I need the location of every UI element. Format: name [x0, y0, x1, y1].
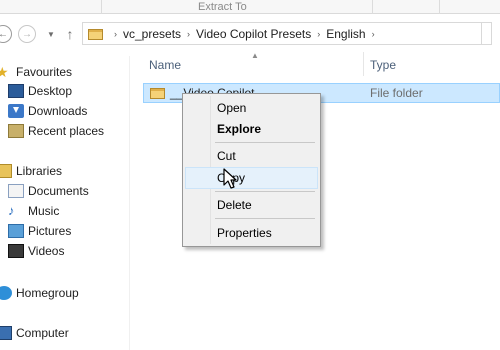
sidebar-label: Libraries — [16, 164, 63, 178]
ribbon-divider — [372, 0, 373, 14]
context-menu: Open Explore Cut Copy Delete Properties — [182, 93, 321, 247]
sidebar-item-documents[interactable]: Documents — [8, 182, 89, 200]
breadcrumb-vc-presets[interactable]: vc_presets › — [123, 27, 196, 41]
breadcrumb-separator[interactable]: › — [108, 29, 123, 39]
menu-item-delete[interactable]: Delete — [185, 194, 318, 216]
ribbon: Extract To — [0, 0, 500, 14]
pictures-icon — [8, 224, 24, 238]
homegroup-icon — [0, 286, 12, 300]
sidebar-item-music[interactable]: ♪ Music — [8, 202, 59, 220]
sidebar-favourites[interactable]: ★ Favourites — [0, 63, 72, 81]
sidebar-label: Homegroup — [16, 286, 79, 300]
music-note-icon: ♪ — [8, 203, 15, 218]
sidebar-label: Music — [28, 204, 60, 218]
file-type: File folder — [370, 86, 423, 100]
sidebar-item-recent-places[interactable]: Recent places — [8, 122, 104, 140]
folder-icon — [88, 28, 103, 40]
navigation-bar: ← → ▼ ↑ › vc_presets › Video Copilot Pres… — [0, 15, 500, 52]
breadcrumb-label: vc_presets — [123, 26, 182, 41]
documents-icon — [8, 184, 24, 198]
star-icon: ★ — [0, 64, 9, 80]
navigation-pane: ★ Favourites Desktop Downloads Recent pl… — [0, 56, 130, 350]
sidebar-label: Computer — [16, 326, 69, 340]
sidebar-computer[interactable]: Computer — [0, 324, 69, 342]
address-bar[interactable]: › vc_presets › Video Copilot Presets › Eng… — [82, 22, 492, 45]
ribbon-divider — [101, 0, 102, 14]
ribbon-divider — [439, 0, 440, 14]
downloads-icon — [8, 104, 24, 118]
sidebar-label: Documents — [28, 184, 89, 198]
recent-places-icon — [8, 124, 24, 138]
address-dropdown-button[interactable] — [481, 23, 491, 44]
videos-icon — [8, 244, 24, 258]
up-button[interactable]: ↑ — [62, 26, 78, 42]
chevron-right-icon: › — [114, 28, 117, 39]
libraries-icon — [0, 164, 12, 178]
chevron-right-icon[interactable]: › — [317, 29, 320, 39]
sidebar-label: Recent places — [28, 124, 105, 138]
breadcrumb-label: English — [326, 26, 366, 41]
sidebar-item-downloads[interactable]: Downloads — [8, 102, 87, 120]
sidebar-label: Desktop — [28, 84, 73, 98]
back-button[interactable]: ← — [0, 25, 12, 43]
sidebar-label: Downloads — [28, 104, 88, 118]
sidebar-item-pictures[interactable]: Pictures — [8, 222, 71, 240]
breadcrumb-video-copilot-presets[interactable]: Video Copilot Presets › — [196, 27, 326, 41]
sidebar-label: Videos — [28, 244, 65, 258]
menu-item-cut[interactable]: Cut — [185, 145, 318, 167]
menu-item-open[interactable]: Open — [185, 97, 318, 119]
menu-item-explore[interactable]: Explore — [185, 118, 318, 140]
menu-divider — [215, 191, 315, 192]
column-header-name[interactable]: Name — [149, 58, 181, 72]
sort-ascending-icon: ▲ — [251, 51, 259, 60]
chevron-right-icon[interactable]: › — [372, 29, 375, 39]
forward-button[interactable]: → — [18, 25, 36, 43]
sidebar-item-desktop[interactable]: Desktop — [8, 82, 72, 100]
menu-divider — [215, 218, 315, 219]
sidebar-item-videos[interactable]: Videos — [8, 242, 64, 260]
column-header-type[interactable]: Type — [370, 58, 396, 72]
menu-item-copy[interactable]: Copy — [185, 167, 318, 189]
computer-icon — [0, 326, 12, 340]
menu-item-properties[interactable]: Properties — [185, 222, 318, 244]
sidebar-label: Favourites — [16, 65, 73, 79]
recent-locations-dropdown[interactable]: ▼ — [43, 26, 59, 42]
sidebar-homegroup[interactable]: Homegroup — [0, 284, 79, 302]
pointer-cursor-icon — [223, 168, 237, 189]
sidebar-label: Pictures — [28, 224, 72, 238]
breadcrumb-english[interactable]: English › — [326, 27, 380, 41]
column-header-row: ▲ Name Type — [131, 51, 500, 76]
sidebar-libraries[interactable]: Libraries — [0, 162, 62, 180]
folder-icon — [150, 87, 165, 99]
chevron-right-icon[interactable]: › — [187, 29, 190, 39]
ribbon-extract-to-label[interactable]: Extract To — [198, 1, 247, 13]
column-divider[interactable] — [363, 52, 364, 76]
menu-divider — [215, 142, 315, 143]
desktop-icon — [8, 84, 24, 98]
breadcrumb-label: Video Copilot Presets — [196, 26, 312, 41]
